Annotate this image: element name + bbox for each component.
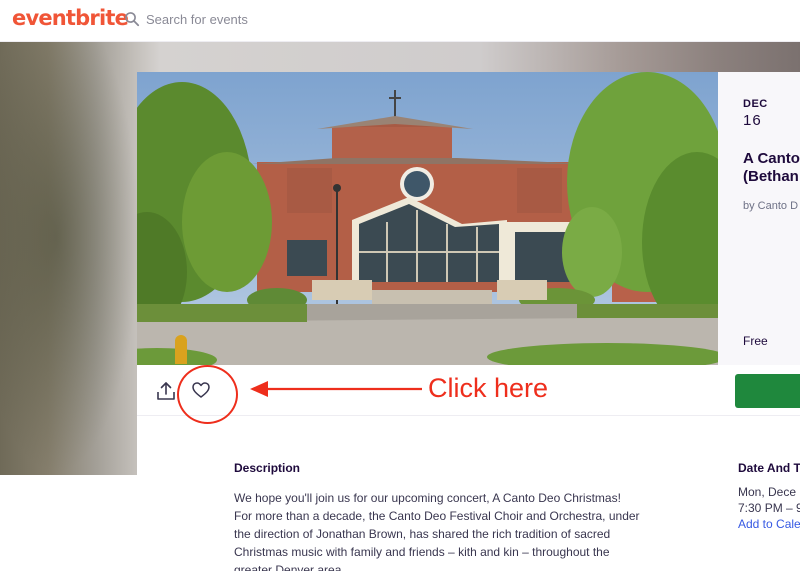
annotation-circle — [177, 365, 238, 424]
event-title: A Canto (Bethan — [743, 150, 800, 185]
top-navigation-bar: eventbrite — [0, 0, 800, 42]
event-hero-image — [137, 72, 718, 365]
description-body: We hope you'll join us for our upcoming … — [234, 489, 674, 571]
search-icon[interactable] — [124, 11, 140, 27]
description-line: Christmas music with family and friends … — [234, 545, 610, 559]
get-tickets-button[interactable] — [735, 374, 800, 408]
description-line: the direction of Jonathan Brown, has sha… — [234, 527, 611, 541]
add-to-calendar-link[interactable]: Add to Cale — [738, 517, 800, 531]
eventbrite-logo[interactable]: eventbrite — [12, 6, 129, 30]
event-time-text: 7:30 PM – 9 — [738, 501, 800, 515]
search-input[interactable] — [146, 8, 446, 30]
description-line: greater Denver area. — [234, 563, 345, 571]
description-line: We hope you'll join us for our upcoming … — [234, 491, 621, 505]
event-card: DEC 16 A Canto (Bethan by Canto D Free D… — [137, 72, 800, 571]
event-date-day: 16 — [743, 112, 762, 129]
event-organizer[interactable]: by Canto D — [743, 200, 798, 212]
annotation-label: Click here — [428, 373, 549, 403]
event-date-month: DEC — [743, 98, 768, 110]
share-icon[interactable] — [155, 380, 177, 402]
event-date-text: Mon, Dece — [738, 485, 797, 499]
event-summary-panel: DEC 16 A Canto (Bethan by Canto D Free — [718, 72, 800, 365]
annotation-arrow-icon — [250, 381, 422, 397]
description-line: For more than a decade, the Canto Deo Fe… — [234, 509, 640, 523]
description-heading: Description — [234, 461, 301, 475]
event-price: Free — [743, 334, 768, 348]
date-time-heading: Date And T — [738, 461, 800, 475]
